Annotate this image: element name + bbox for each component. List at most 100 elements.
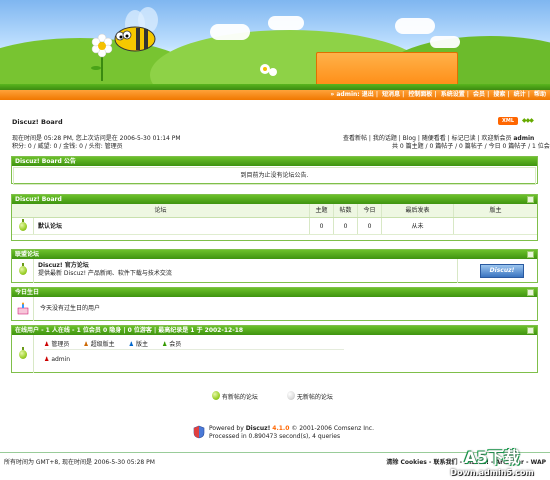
legend-new-label: 有新帖的论坛 — [221, 394, 258, 401]
nav-item-system-settings[interactable]: 系统设置 — [441, 91, 465, 98]
cloud-shape — [268, 16, 304, 30]
cloud-shape — [430, 36, 460, 48]
nav-item-stats[interactable]: 统计 — [514, 91, 526, 98]
collapse-icon[interactable] — [527, 289, 534, 296]
product-link[interactable]: Discuz! — [246, 425, 271, 432]
col-moderators: 版主 — [489, 207, 502, 214]
legend-member: ♟ 会员 — [162, 339, 181, 349]
version: 4.1.0 — [272, 425, 290, 432]
nav-item-search[interactable]: 搜索 — [493, 91, 505, 98]
forum-moderators — [454, 218, 537, 234]
powered-label: Powered by — [209, 425, 244, 432]
member-user-icon: ♟ — [161, 341, 168, 348]
legend-supermod: ♟ 超级版主 — [83, 339, 114, 349]
online-user-list: ♟ admin — [44, 356, 527, 363]
league-row: Discuz! 官方论坛 提供最新 Discuz! 产品新闻、软件下载与技术交流… — [12, 259, 537, 283]
legend-new: 有新帖的论坛 — [212, 390, 258, 401]
powered-by: Powered by Discuz! 4.1.0 © 2001-2006 Com… — [193, 425, 374, 441]
legend-admin: ♟ 管理员 — [44, 339, 69, 349]
league-bulb-icon — [19, 263, 27, 275]
birthday-section: 今日生日 今天没有过生日的用户 — [11, 287, 538, 321]
no-new-posts-icon — [287, 391, 295, 400]
birthday-icon-cell — [12, 297, 34, 321]
xml-badge[interactable]: XML — [498, 117, 518, 125]
board-title[interactable]: Discuz! Board — [12, 118, 63, 126]
nav-item-members[interactable]: 会员 — [473, 91, 485, 98]
col-forum: 论坛 — [12, 204, 310, 217]
announcement-header: Discuz! Board 公告 — [12, 157, 537, 166]
league-desc: 提供最新 Discuz! 产品新闻、软件下载与技术交流 — [38, 270, 172, 277]
quick-links-text[interactable]: 查看新帖 | 我的话题 | Blog | 随便看看 | 标记已读 | 欢迎新会员 — [343, 135, 511, 142]
shield-icon — [193, 425, 205, 439]
new-posts-icon — [212, 391, 220, 400]
cloud-shape — [210, 24, 250, 40]
copyright: © 2001-2006 Comsenz Inc. — [291, 425, 374, 432]
nav-user-link[interactable]: » admin: — [330, 91, 359, 98]
legend-member-label: 会员 — [169, 341, 182, 348]
watermark-big: A5下载 — [464, 448, 520, 467]
nav-item-control-panel[interactable]: 控制面板 — [408, 91, 432, 98]
watermark-logo: A5下载 Down.admin5.com — [437, 444, 547, 478]
nav-item-help[interactable]: 帮助 — [534, 91, 546, 98]
quick-links[interactable]: 查看新帖 | 我的话题 | Blog | 随便看看 | 标记已读 | 欢迎新会员… — [343, 135, 534, 143]
online-legend: ♟ 管理员 ♟ 超级版主 ♟ 版主 ♟ 会员 — [44, 339, 344, 350]
col-threads: 主题 — [310, 204, 334, 217]
cake-icon — [17, 302, 29, 315]
cloud-shape — [395, 18, 435, 34]
online-body: ♟ 管理员 ♟ 超级版主 ♟ 版主 ♟ 会员 ♟ admin — [34, 335, 537, 373]
forum-status-cell — [12, 218, 34, 234]
processed-info: Processed in 0.890473 second(s), 4 queri… — [209, 433, 341, 440]
collapse-icon[interactable] — [527, 251, 534, 258]
admin-user-icon: ♟ — [44, 341, 50, 348]
top-nav: » admin: 退出 | 短消息 | 控制面板 | 系统设置 | 会员 | 搜索 | 统计… — [330, 91, 546, 98]
legend-nonew: 无新帖的论坛 — [287, 390, 333, 401]
supermod-user-icon: ♟ — [83, 341, 89, 348]
legend-mod: ♟ 版主 — [129, 339, 148, 349]
collapse-icon[interactable] — [527, 327, 534, 334]
forum-section-title[interactable]: Discuz! Board — [15, 196, 62, 203]
header-banner — [0, 0, 550, 100]
birthday-title: 今日生日 — [15, 289, 40, 296]
rss-arrows-icon[interactable]: ◆◆◆ — [522, 117, 534, 124]
forum-row: 默认论坛 0 0 0 从未 — [12, 218, 537, 235]
forum-section-header: Discuz! Board — [12, 195, 537, 204]
league-name-link[interactable]: Discuz! 官方论坛 — [38, 262, 89, 269]
announcement-title: Discuz! Board 公告 — [15, 158, 76, 165]
forum-today: 0 — [358, 218, 382, 234]
league-logo-cell: Discuz! — [457, 259, 537, 283]
announcement-message: 到目前为止没有论坛公告. — [13, 167, 536, 185]
announcement-box: Discuz! Board 公告 到目前为止没有论坛公告. — [11, 156, 538, 185]
forum-table-header: 论坛 主题 帖数 今日 最后发表 版主 — [12, 204, 537, 218]
forum-threads: 0 — [310, 218, 334, 234]
footer-timezone: 所有时间为 GMT+8, 现在时间是 2006-5-30 05:28 PM — [4, 459, 155, 466]
online-status-cell — [12, 335, 34, 373]
legend-admin-label: 管理员 — [51, 341, 70, 348]
league-header: 联盟论坛 — [12, 250, 537, 259]
league-section: 联盟论坛 Discuz! 官方论坛 提供最新 Discuz! 产品新闻、软件下载… — [11, 249, 538, 283]
birthday-row: 今天没有过生日的用户 — [12, 297, 537, 321]
col-last-post: 最后发表 — [382, 204, 454, 217]
forum-section: Discuz! Board 论坛 主题 帖数 今日 最后发表 版主 默认论坛 0… — [11, 194, 538, 241]
admin-user-icon: ♟ — [44, 356, 50, 363]
legend-nonew-label: 无新帖的论坛 — [296, 394, 333, 401]
nav-item-messages[interactable]: 短消息 — [382, 91, 400, 98]
online-header: 在线用户 - 1 人在线 - 1 位会员 0 隐身 | 0 位游客 | 最高纪录… — [12, 326, 537, 335]
birthday-message: 今天没有过生日的用户 — [40, 305, 101, 312]
league-title: 联盟论坛 — [15, 251, 40, 258]
collapse-icon[interactable] — [527, 196, 534, 203]
online-title: 在线用户 - 1 人在线 - 1 位会员 0 隐身 | 0 位游客 | 最高纪录… — [15, 327, 244, 334]
time-info: 现在时间是 05:28 PM, 您上次访问是在 2006-5-30 01:14 … — [12, 135, 181, 142]
points-info: 积分: 0 / 威望: 0 / 金钱: 0 / 头衔: 管理员 — [12, 143, 123, 150]
league-info: Discuz! 官方论坛 提供最新 Discuz! 产品新闻、软件下载与技术交流 — [34, 259, 457, 283]
online-bulb-icon — [19, 347, 27, 359]
new-member-link[interactable]: admin — [513, 135, 534, 142]
forum-name-link[interactable]: 默认论坛 — [34, 218, 310, 234]
col-posts: 帖数 — [334, 204, 358, 217]
mod-user-icon: ♟ — [128, 341, 135, 348]
powered-text: Powered by Discuz! 4.1.0 © 2001-2006 Com… — [193, 425, 374, 441]
online-user-link[interactable]: admin — [51, 356, 70, 363]
banner-orange-box — [316, 52, 458, 88]
nav-item-logout[interactable]: 退出 — [362, 91, 374, 98]
league-status-cell — [12, 259, 34, 283]
discuz-logo-button[interactable]: Discuz! — [480, 264, 524, 278]
